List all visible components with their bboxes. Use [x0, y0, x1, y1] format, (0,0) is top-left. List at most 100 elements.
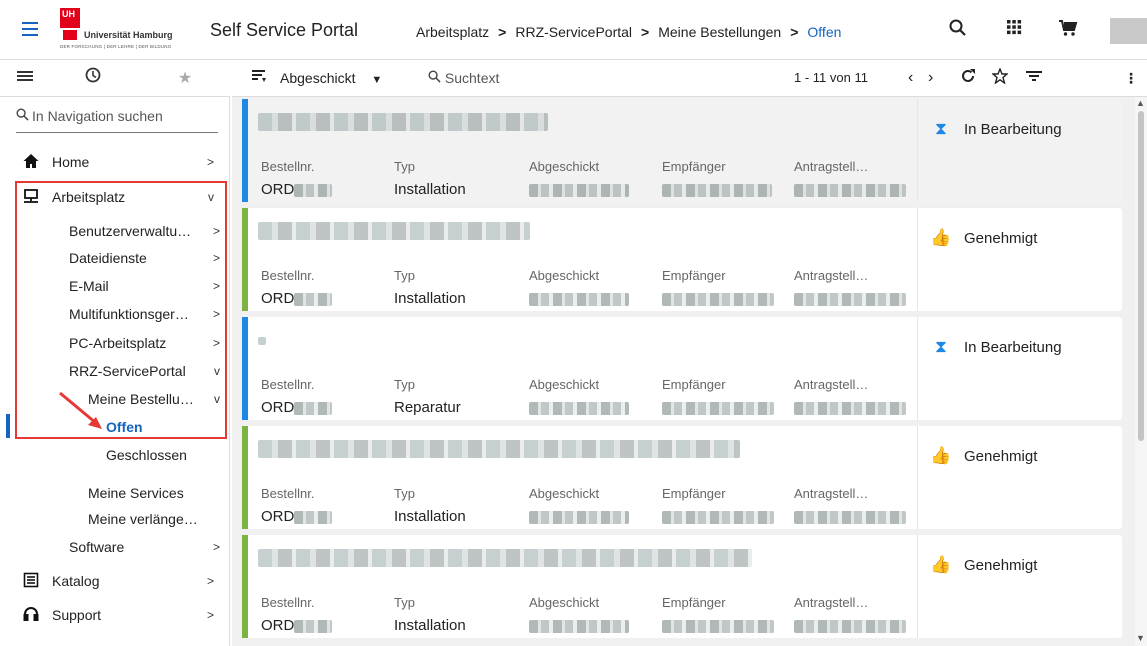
order-card[interactable]: Bestellnr. ORD Typ Installation Abgeschick…	[242, 426, 1122, 529]
status-label: Genehmigt	[964, 557, 1038, 574]
logo-name: Universität Hamburg	[84, 30, 173, 40]
status-badge: 👍 Genehmigt	[930, 446, 1037, 466]
redacted-value	[794, 292, 906, 306]
hamburger-menu-icon[interactable]	[22, 22, 38, 36]
recipient-field: Empfänger	[662, 486, 787, 530]
nav-item-meine-services[interactable]: Meine Services	[88, 481, 220, 505]
card-divider	[917, 317, 918, 420]
nav-item-label: Meine Services	[88, 485, 184, 501]
nav-item-katalog[interactable]: Katalog >	[52, 569, 214, 593]
chevron-right-icon: >	[206, 608, 214, 622]
field-label: Abgeschickt	[529, 595, 600, 610]
sent-field: Abgeschickt	[529, 159, 654, 203]
order-number-field: Bestellnr. ORD	[261, 159, 386, 203]
order-card[interactable]: Bestellnr. ORD Typ Installation Abgeschick…	[242, 208, 1122, 311]
paging-info: 1 - 11 von 11	[794, 70, 868, 85]
sort-order-icon[interactable]	[252, 68, 266, 88]
prev-page-icon[interactable]: ‹	[908, 68, 913, 88]
list-scrollbar[interactable]: ▲ ▼	[1135, 97, 1147, 646]
redacted-value	[294, 619, 333, 633]
chevron-right-icon: >	[206, 155, 214, 169]
breadcrumb-item-bestellungen[interactable]: Meine Bestellungen	[658, 24, 781, 40]
recipient-field: Empfänger	[662, 377, 787, 421]
hourglass-icon: ⧗	[935, 119, 947, 138]
status-label: In Bearbeitung	[964, 339, 1062, 356]
breadcrumb-separator: >	[498, 24, 507, 40]
breadcrumb-item-serviceportal[interactable]: RRZ-ServicePortal	[515, 24, 632, 40]
active-indicator	[6, 414, 10, 438]
order-title-redacted	[258, 440, 740, 458]
search-icon	[428, 70, 441, 86]
nav-item-label: Software	[69, 539, 125, 555]
field-label: Abgeschickt	[529, 377, 600, 392]
nav-item-support[interactable]: Support >	[52, 603, 214, 627]
card-divider	[917, 208, 918, 311]
field-label: Antragstell…	[794, 595, 869, 610]
field-label: Typ	[394, 159, 415, 174]
field-label: Empfänger	[662, 595, 726, 610]
order-list: Bestellnr. ORD Typ Installation Abgeschick…	[232, 97, 1135, 646]
next-page-icon[interactable]: ›	[928, 68, 933, 88]
red-arrow-icon	[59, 391, 102, 429]
applicant-field: Antragstell…	[794, 595, 919, 639]
field-label: Empfänger	[662, 268, 726, 283]
order-card[interactable]: Bestellnr. ORD Typ Installation Abgeschick…	[242, 99, 1122, 202]
type-field: Typ Installation	[394, 159, 519, 203]
search-text-input[interactable]: Suchtext	[428, 68, 499, 88]
refresh-icon[interactable]	[960, 68, 976, 89]
portal-title[interactable]: Self Service Portal	[210, 20, 358, 41]
list-icon[interactable]	[10, 66, 40, 92]
apps-grid-icon[interactable]	[1002, 18, 1026, 42]
more-options-icon[interactable]: ⋮	[1124, 68, 1138, 88]
field-label: Empfänger	[662, 377, 726, 392]
type-field: Typ Installation	[394, 595, 519, 639]
applicant-field: Antragstell…	[794, 377, 919, 421]
redacted-value	[529, 292, 629, 306]
nav-item-home[interactable]: Home >	[52, 150, 214, 174]
status-badge: ⧗ In Bearbeitung	[930, 337, 1062, 357]
order-number: ORD	[261, 617, 295, 634]
user-avatar[interactable]	[1110, 18, 1147, 44]
nav-item-geschlossen[interactable]: Geschlossen	[106, 443, 216, 467]
field-label: Empfänger	[662, 486, 726, 501]
type-value: Installation	[394, 181, 466, 198]
star-icon[interactable]: ★	[170, 66, 200, 92]
nav-search-input[interactable]: In Navigation suchen	[16, 103, 218, 133]
scroll-up-icon[interactable]: ▲	[1136, 98, 1145, 108]
search-icon[interactable]	[946, 18, 970, 42]
field-label: Antragstell…	[794, 377, 869, 392]
order-card[interactable]: Bestellnr. ORD Typ Reparatur Abgeschickt E…	[242, 317, 1122, 420]
favorite-star-icon[interactable]	[991, 67, 1009, 89]
redacted-value	[662, 510, 774, 524]
caret-down-icon: ▼	[371, 74, 383, 86]
order-card[interactable]: Bestellnr. ORD Typ Installation Abgeschick…	[242, 535, 1122, 638]
university-logo[interactable]: UH Universität Hamburg DER FORSCHUNG | D…	[60, 8, 194, 50]
nav-item-label: Home	[52, 154, 90, 170]
scroll-down-icon[interactable]: ▼	[1136, 633, 1145, 643]
breadcrumb-item-arbeitsplatz[interactable]: Arbeitsplatz	[416, 24, 489, 40]
nav-item-meine-verlaengerungen[interactable]: Meine verlänge…	[88, 507, 220, 531]
recipient-field: Empfänger	[662, 268, 787, 312]
history-icon[interactable]	[78, 66, 108, 92]
breadcrumb-separator: >	[790, 24, 799, 40]
card-divider	[917, 426, 918, 529]
redacted-value	[294, 401, 333, 415]
filter-icon[interactable]	[1026, 68, 1042, 88]
status-label: In Bearbeitung	[964, 121, 1062, 138]
scrollbar-thumb[interactable]	[1138, 111, 1144, 441]
type-value: Installation	[394, 617, 466, 634]
sort-field-select[interactable]: Abgeschickt ▼	[280, 68, 382, 90]
thumbs-up-icon: 👍	[930, 228, 952, 247]
status-stripe	[242, 426, 248, 529]
thumbs-up-icon: 👍	[930, 555, 952, 574]
field-label: Bestellnr.	[261, 595, 315, 610]
order-number-field: Bestellnr. ORD	[261, 595, 386, 639]
cart-icon[interactable]	[1056, 18, 1080, 42]
redacted-value	[294, 183, 333, 197]
nav-item-software[interactable]: Software >	[69, 535, 220, 559]
status-badge: 👍 Genehmigt	[930, 228, 1037, 248]
nav-item-label: Katalog	[52, 573, 100, 589]
logo-mark: UH	[60, 8, 80, 28]
sent-field: Abgeschickt	[529, 377, 654, 421]
nav-search-placeholder: In Navigation suchen	[32, 108, 163, 124]
